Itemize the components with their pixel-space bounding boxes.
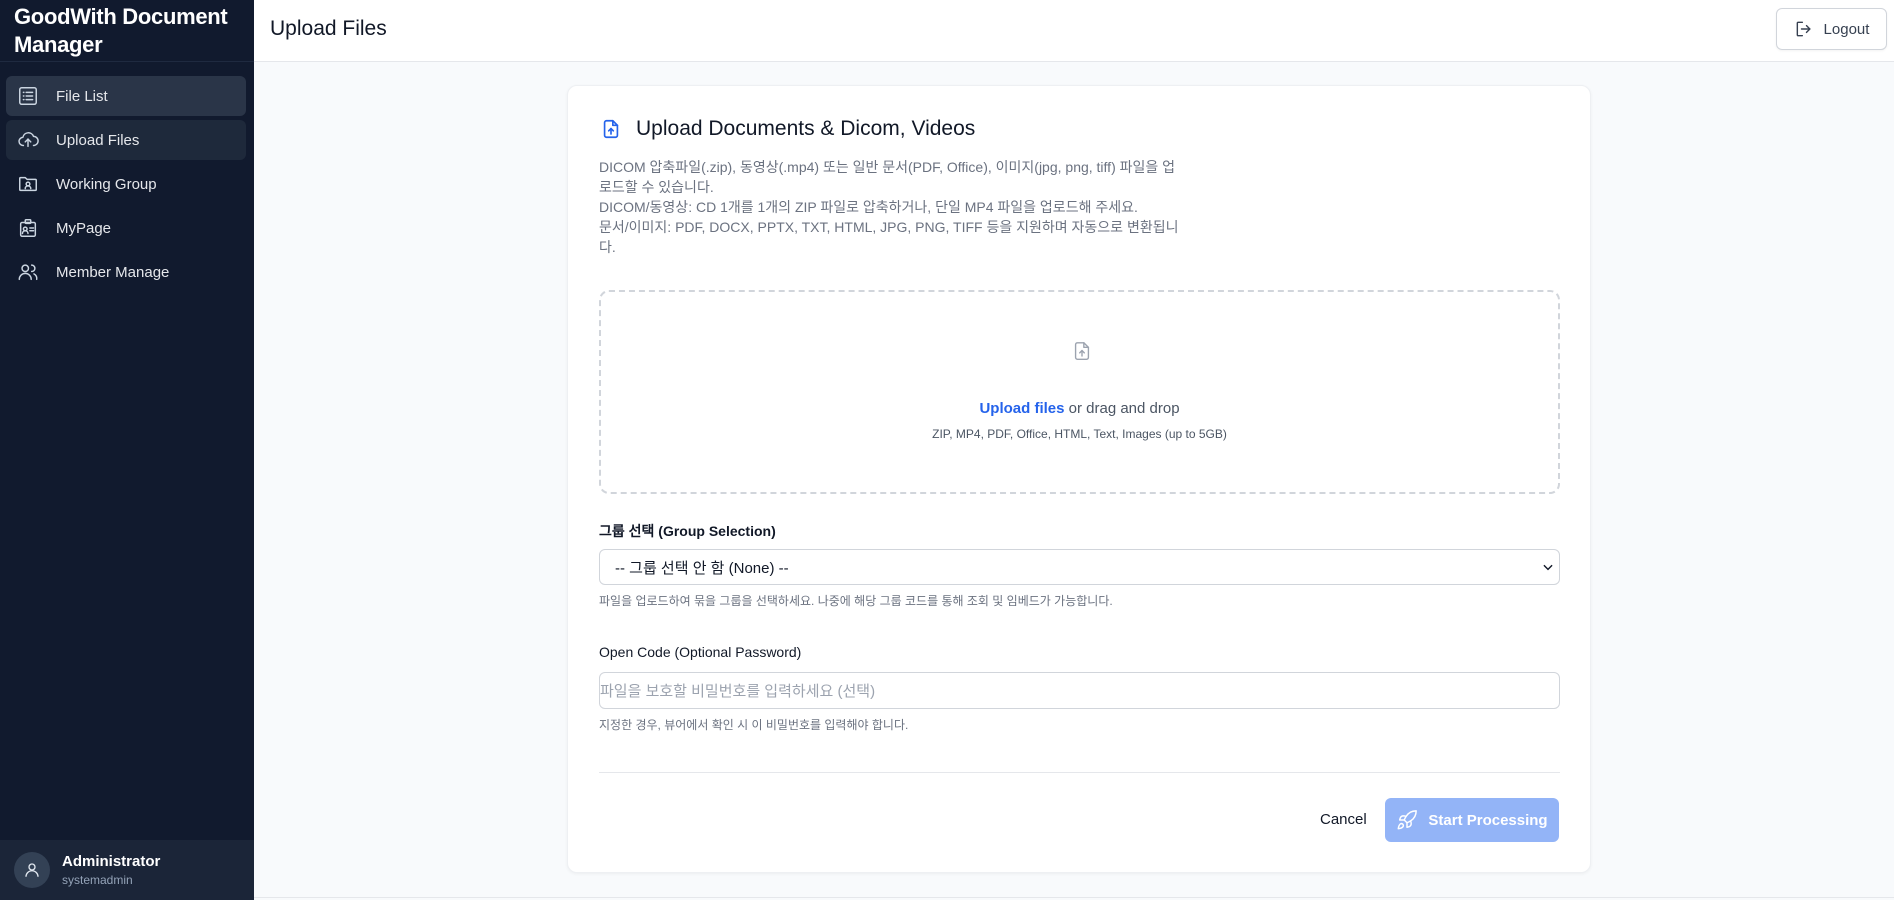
sidebar-item-label: File List [56,87,108,105]
sidebar-item-label: MyPage [56,219,112,237]
logout-icon [1796,21,1811,37]
sidebar-item-file-list[interactable]: File List [6,76,246,116]
dropzone-formats: ZIP, MP4, PDF, Office, HTML, Text, Image… [932,427,1227,441]
user-name: Administrator [62,852,161,870]
sidebar: GoodWith Document Manager File List Uplo… [0,0,254,900]
group-selection-help: 파일을 업로드하여 묶을 그룹을 선택하세요. 나중에 해당 그룹 코드를 통해… [599,594,1113,608]
group-select[interactable]: -- 그룹 선택 안 함 (None) -- [599,549,1560,585]
sidebar-item-mypage[interactable]: MyPage [6,208,246,248]
rocket-icon [1397,810,1418,830]
chevron-down-icon [1541,560,1555,578]
card-description: DICOM 압축파일(.zip), 동영상(.mp4) 또는 일반 문서(PDF… [599,159,1179,255]
list-icon [16,84,40,108]
sidebar-item-member-manage[interactable]: Member Manage [6,252,246,292]
upload-card: Upload Documents & Dicom, Videos DICOM 압… [567,85,1591,873]
file-upload-icon [603,119,619,139]
group-select-value: -- 그룹 선택 안 함 (None) -- [615,559,789,577]
card-title: Upload Documents & Dicom, Videos [600,117,975,141]
open-code-label: Open Code (Optional Password) [599,644,802,660]
user-profile[interactable]: Administrator systemadmin [0,840,254,900]
cloud-upload-icon [16,128,40,152]
sidebar-item-working-group[interactable]: Working Group [6,164,246,204]
upload-files-link[interactable]: Upload files [979,400,1064,417]
dropzone-text: Upload files or drag and drop [979,400,1180,417]
sidebar-nav: File List Upload Files Working Group MyP… [0,62,254,292]
users-icon [16,260,40,284]
file-upload-icon [1071,340,1093,367]
start-processing-label: Start Processing [1428,811,1548,829]
group-selection-label: 그룹 선택 (Group Selection) [599,523,776,539]
header: Upload Files Logout [254,0,1894,62]
sidebar-item-label: Working Group [56,175,157,193]
user-id: systemadmin [62,872,133,887]
app-title: GoodWith Document Manager [0,0,254,62]
user-icon [25,863,39,877]
logout-button[interactable]: Logout [1776,8,1887,50]
sidebar-item-upload-files[interactable]: Upload Files [6,120,246,160]
start-processing-button[interactable]: Start Processing [1385,798,1559,842]
folder-user-icon [16,172,40,196]
avatar [14,852,50,888]
file-dropzone[interactable]: Upload files or drag and drop ZIP, MP4, … [599,290,1560,494]
open-code-help: 지정한 경우, 뷰어에서 확인 시 이 비밀번호를 입력해야 합니다. [599,718,909,732]
sidebar-item-label: Member Manage [56,263,170,281]
badge-icon [16,216,40,240]
open-code-input[interactable]: 파일을 보호할 비밀번호를 입력하세요 (선택) [599,672,1560,709]
cancel-button[interactable]: Cancel [1320,811,1367,828]
footer-divider [254,897,1894,898]
page-title: Upload Files [270,17,387,40]
divider [599,772,1560,773]
logout-label: Logout [1823,20,1870,38]
open-code-placeholder: 파일을 보호할 비밀번호를 입력하세요 (선택) [600,683,876,700]
sidebar-item-label: Upload Files [56,131,140,149]
